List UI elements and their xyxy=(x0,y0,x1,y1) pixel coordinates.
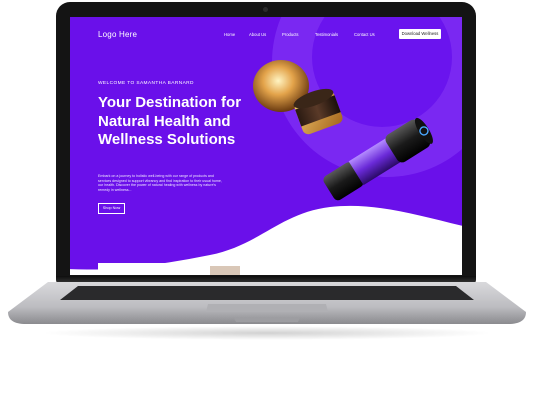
hero-eyebrow: WELCOME TO SAMANTHA BARNARD xyxy=(98,81,194,86)
nav-link-home[interactable]: Home xyxy=(224,32,235,37)
nav-link-about[interactable]: About Us xyxy=(249,32,266,37)
laptop-base xyxy=(8,282,526,324)
site-navbar: Logo Here Home About Us Products Testimo… xyxy=(70,17,462,53)
nav-link-contact[interactable]: Contact Us xyxy=(354,32,375,37)
hero-body-text: Embark on a journey to holistic well-bei… xyxy=(98,174,222,192)
content-card-preview xyxy=(98,263,268,275)
hero-headline: Your Destination for Natural Health and … xyxy=(98,94,242,148)
product-bottle-image xyxy=(323,117,433,201)
website-screen: Logo Here Home About Us Products Testimo… xyxy=(70,17,462,275)
nav-link-testimonials[interactable]: Testimonials xyxy=(315,32,338,37)
site-logo[interactable]: Logo Here xyxy=(98,30,137,39)
nav-link-products[interactable]: Products xyxy=(282,32,299,37)
laptop-mockup: Logo Here Home About Us Products Testimo… xyxy=(0,0,534,400)
card-image-thumbnail xyxy=(210,266,240,275)
webcam xyxy=(263,7,268,12)
shop-now-button[interactable]: Shop Now xyxy=(98,203,125,214)
nav-cta-button[interactable]: Download Wellness xyxy=(399,29,441,39)
laptop-shadow xyxy=(40,326,494,340)
